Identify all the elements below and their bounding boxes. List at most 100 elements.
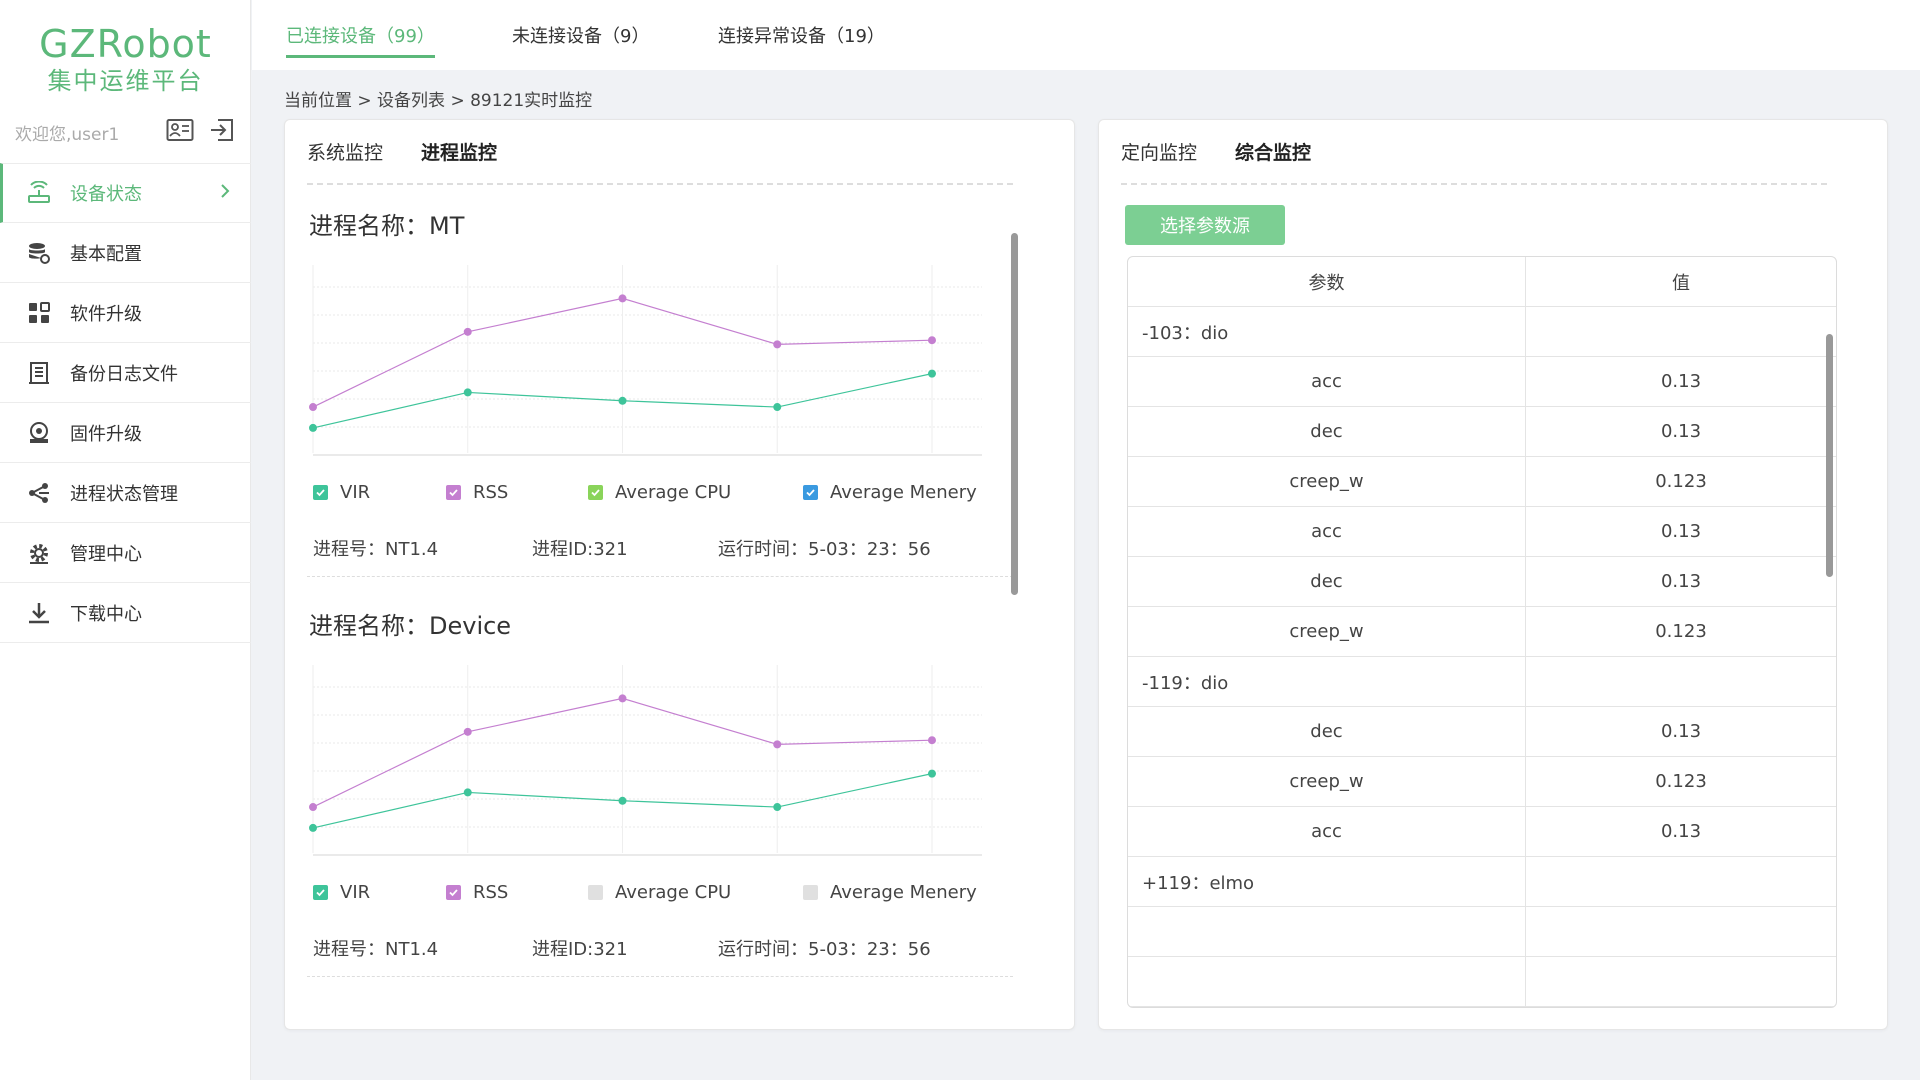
chart-legend: VIR RSS Average CPU Average Menery [313,882,977,903]
tab-process-monitor[interactable]: 进程监控 [421,138,497,165]
table-row[interactable]: creep_w 0.123 [1128,457,1836,507]
sidebar-item-label: 下载中心 [70,603,142,625]
process-number: 进程号：NT1.4 [313,539,439,560]
tab-connected-devices[interactable]: 已连接设备（99） [286,22,435,58]
tab-disconnected-devices[interactable]: 未连接设备（9） [512,22,649,58]
table-row[interactable]: +119：elmo [1128,857,1836,907]
data-point-rss [773,740,782,749]
firmware-icon [26,420,52,446]
legend-item-vir[interactable]: VIR [313,482,446,503]
logout-icon[interactable] [207,116,237,144]
param-cell: acc [1128,807,1526,856]
table-row[interactable]: creep_w 0.123 [1128,757,1836,807]
logo: GZRobot 集中运维平台 [0,22,251,96]
param-cell [1128,957,1526,1006]
legend-label: VIR [340,482,371,503]
process-id: 进程ID:321 [532,539,628,560]
legend-item-average-memory[interactable]: Average Menery [803,482,977,503]
profile-card-icon[interactable] [165,116,195,144]
sidebar-item-download-center[interactable]: 下载中心 [0,583,251,643]
sidebar-item-label: 基本配置 [70,243,142,265]
checkbox-checked-icon[interactable] [313,485,328,500]
data-point-vir [618,396,627,405]
tab-system-monitor[interactable]: 系统监控 [307,138,383,165]
param-cell: dec [1128,707,1526,756]
router-icon [26,180,52,206]
chevron-right-icon [219,182,231,205]
data-point-vir [463,388,472,397]
sidebar-item-process-management[interactable]: 进程状态管理 [0,463,251,523]
sidebar-item-device-status[interactable]: 设备状态 [0,163,251,223]
checkbox-checked-icon[interactable] [803,485,818,500]
legend-label: RSS [473,482,509,503]
table-row[interactable]: acc 0.13 [1128,807,1836,857]
data-point-rss [463,327,472,336]
process-title: 进程名称：MT [309,212,465,240]
table-row[interactable]: dec 0.13 [1128,707,1836,757]
sidebar-item-admin-center[interactable]: 管理中心 [0,523,251,583]
param-cell: creep_w [1128,457,1526,506]
legend-item-average-cpu[interactable]: Average CPU [588,882,803,903]
process-runtime: 运行时间：5-03：23：56 [718,539,931,560]
checkbox-checked-icon[interactable] [313,885,328,900]
legend-item-average-cpu[interactable]: Average CPU [588,482,803,503]
table-row[interactable]: -119：dio [1128,657,1836,707]
value-cell [1526,857,1836,906]
divider [1121,183,1827,185]
legend-label: Average CPU [615,882,732,903]
sidebar-item-label: 管理中心 [70,543,142,565]
table-row[interactable] [1128,957,1836,1007]
scrollbar[interactable] [1826,334,1833,577]
data-point-vir [927,369,936,378]
sidebar-item-firmware-upgrade[interactable]: 固件升级 [0,403,251,463]
legend-label: Average Menery [830,882,977,903]
table-row[interactable]: dec 0.13 [1128,557,1836,607]
table-row[interactable]: acc 0.13 [1128,507,1836,557]
value-cell [1526,307,1836,356]
data-point-rss [927,336,936,345]
table-row[interactable]: acc 0.13 [1128,357,1836,407]
table-row[interactable]: dec 0.13 [1128,407,1836,457]
param-table: 参数 值 -103：dio acc 0.13 dec 0.13 creep_w 0.123 a… [1127,256,1837,1008]
data-point-vir [463,788,472,797]
legend-item-average-memory[interactable]: Average Menery [803,882,977,903]
sidebar-item-software-upgrade[interactable]: 软件升级 [0,283,251,343]
sidebar-item-backup-logs[interactable]: 备份日志文件 [0,343,251,403]
table-row[interactable]: creep_w 0.123 [1128,607,1836,657]
table-row[interactable] [1128,907,1836,957]
value-cell: 0.123 [1655,771,1707,792]
checkbox-checked-icon[interactable] [588,485,603,500]
legend-item-rss[interactable]: RSS [446,882,588,903]
sidebar-item-basic-config[interactable]: 基本配置 [0,223,251,283]
checkbox-checked-icon[interactable] [446,485,461,500]
checkbox-unchecked-icon[interactable] [803,885,818,900]
data-point-rss [773,340,782,349]
value-cell: 0.13 [1660,821,1702,842]
column-header-param: 参数 [1128,257,1526,306]
top-tab-bar: 已连接设备（99） 未连接设备（9） 连接异常设备（19） [252,0,1920,70]
select-param-source-button[interactable]: 选择参数源 [1125,205,1285,245]
legend-label: RSS [473,882,509,903]
process-title: 进程名称：Device [309,612,512,640]
tab-abnormal-devices[interactable]: 连接异常设备（19） [718,22,885,58]
checkbox-checked-icon[interactable] [446,885,461,900]
process-number: 进程号：NT1.4 [313,939,439,960]
table-row[interactable]: -103：dio [1128,307,1836,357]
data-point-rss [927,736,936,745]
legend-label: VIR [340,882,371,903]
param-cell: acc [1128,507,1526,556]
legend-item-vir[interactable]: VIR [313,882,446,903]
table-header: 参数 值 [1128,257,1836,307]
param-cell [1128,907,1526,956]
tab-comprehensive-monitor[interactable]: 综合监控 [1235,138,1311,165]
scrollbar[interactable] [1011,233,1018,595]
legend-item-rss[interactable]: RSS [446,482,588,503]
comprehensive-monitor-panel: 定向监控 综合监控 选择参数源 参数 值 -103：dio acc 0.13 dec 0… [1098,119,1888,1030]
data-point-vir [309,823,317,832]
process-monitor-panel: 系统监控 进程监控 进程名称：MT VIR RSS Average CPU Av… [284,119,1075,1030]
param-cell: creep_w [1128,757,1526,806]
checkbox-unchecked-icon[interactable] [588,885,603,900]
welcome-text: 欢迎您,user1 [15,125,120,145]
data-point-vir [773,803,782,812]
tab-directional-monitor[interactable]: 定向监控 [1121,138,1197,165]
